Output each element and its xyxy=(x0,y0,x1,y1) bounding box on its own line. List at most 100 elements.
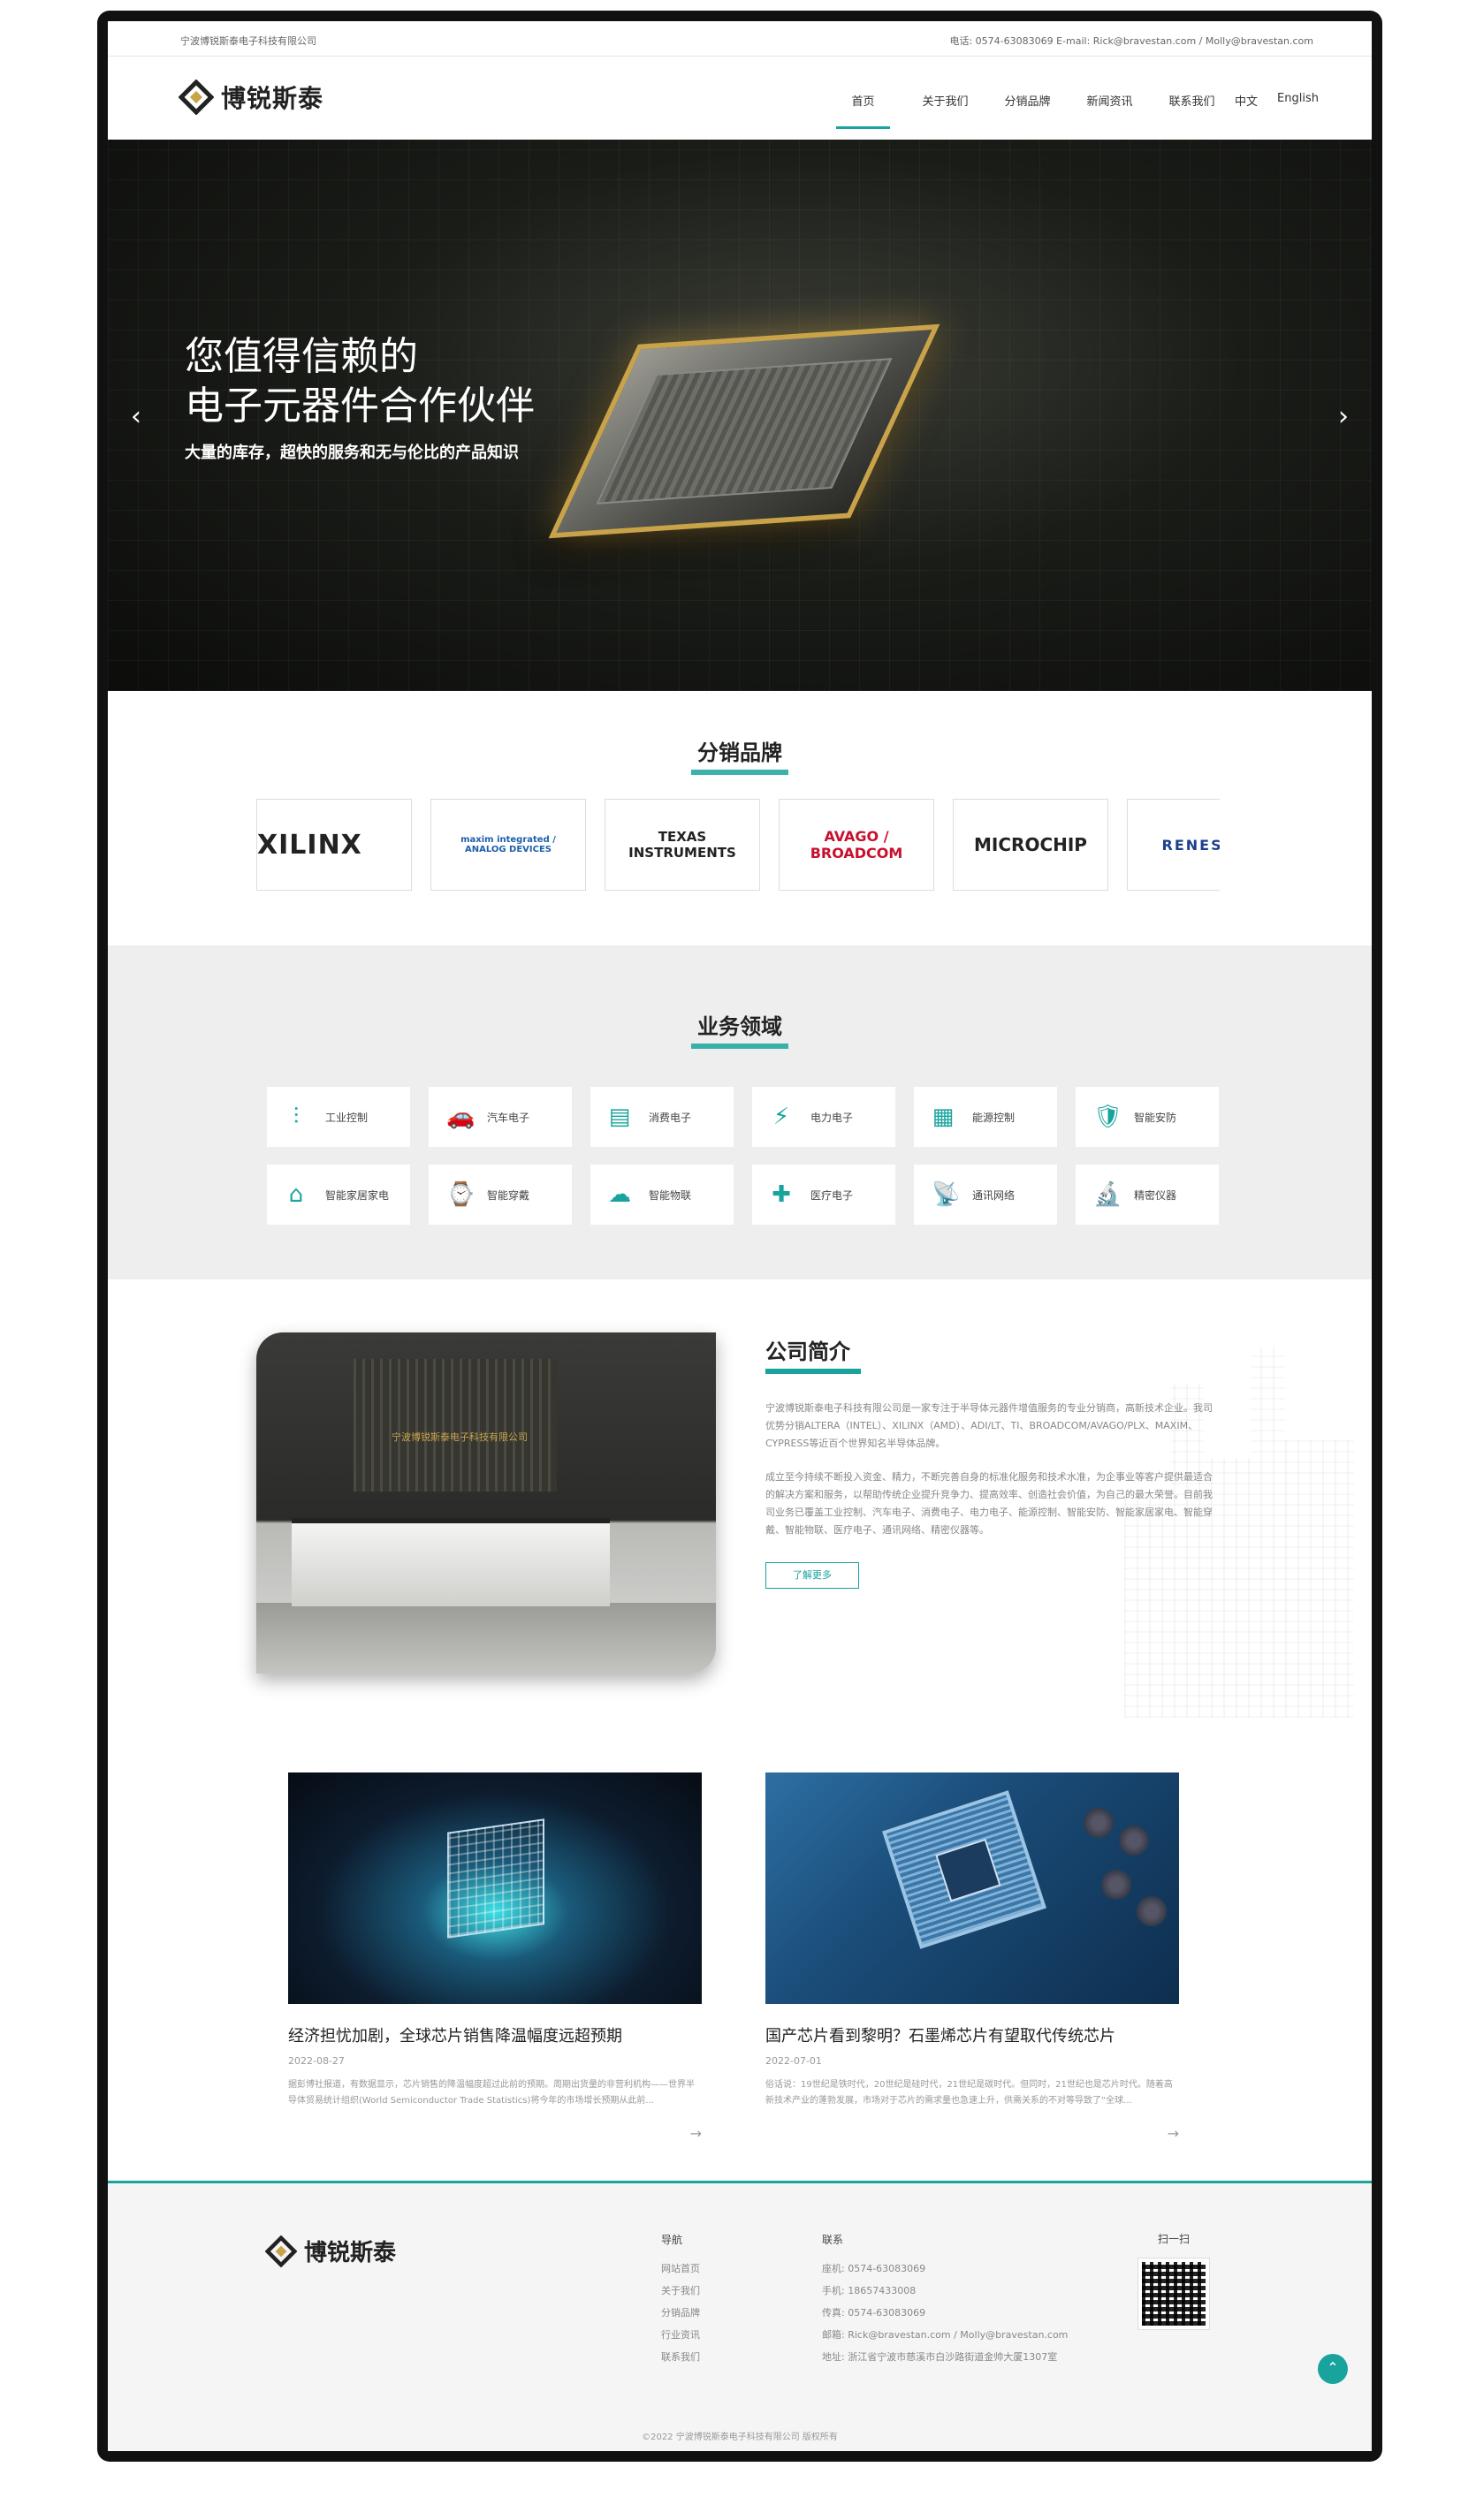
microchip-logo: MICROCHIP xyxy=(974,834,1087,855)
qr-title: 扫一扫 xyxy=(1157,2233,1190,2245)
footer-nav-title: 导航 xyxy=(661,2234,683,2246)
antenna-icon: 📡 xyxy=(932,1181,961,1208)
footer: 博锐斯泰 导航 网站首页 关于我们 分销品牌 行业资讯 联系我们 联系 座机: … xyxy=(108,2181,1372,2451)
footer-contact-title: 联系 xyxy=(822,2234,844,2246)
news-summary: 俗话说：19世纪是铁时代，20世纪是硅时代，21世纪是碳时代。但同时，21世纪也… xyxy=(765,2080,1173,2106)
footer-link-home[interactable]: 网站首页 xyxy=(661,2258,700,2280)
carousel-prev-icon[interactable]: ‹ xyxy=(131,401,141,432)
learn-more-button[interactable]: 了解更多 xyxy=(765,1562,859,1589)
news-image-cube[interactable] xyxy=(288,1772,702,2004)
brand-renesas[interactable]: RENESAS xyxy=(1127,799,1220,891)
footer-link-brands[interactable]: 分销品牌 xyxy=(661,2302,700,2324)
page: 宁波博锐斯泰电子科技有限公司 电话: 0574-63083069 E-mail:… xyxy=(108,21,1372,2451)
biz-card-medical[interactable]: ✚ 医疗电子 xyxy=(752,1165,895,1225)
nav-brands[interactable]: 分销品牌 xyxy=(986,57,1069,140)
footer-link-about[interactable]: 关于我们 xyxy=(661,2280,700,2302)
arrow-right-icon[interactable]: → xyxy=(765,2125,1179,2142)
biz-card-label: 电力电子 xyxy=(810,1111,854,1124)
footer-fax: 传真: 0574-63083069 xyxy=(822,2307,926,2319)
biz-card-iot[interactable]: ☁ 智能物联 xyxy=(590,1165,734,1225)
sliders-icon: ⫶ xyxy=(293,1103,300,1130)
business-grid: ⫶ 工业控制 🚗 汽车电子 ▤ 消费电子 ⚡ 电力电子 ▦ 能源控制 🛡 智能安防 ⌂ 智能家… xyxy=(267,1087,1219,1225)
hero-banner: 您值得信赖的 电子元器件合作伙伴 大量的库存，超快的服务和无与伦比的产品知识 ‹… xyxy=(108,140,1372,691)
logo-text: 博锐斯泰 xyxy=(221,84,324,113)
arrow-right-icon[interactable]: → xyxy=(288,2125,702,2142)
watch-icon: ⌚ xyxy=(446,1181,476,1208)
about-paragraph-2: 成立至今持续不断投入资金、精力，不断完善自身的标准化服务和技术水准，为企事业等客… xyxy=(765,1471,1213,1536)
hero-title: 您值得信赖的 电子元器件合作伙伴 xyxy=(185,332,535,431)
brand-microchip[interactable]: MICROCHIP xyxy=(953,799,1108,891)
news-date: 2022-08-27 xyxy=(288,2055,345,2067)
footer-link-contact[interactable]: 联系我们 xyxy=(661,2346,700,2368)
office-sign: 宁波博锐斯泰电子科技有限公司 xyxy=(392,1431,528,1443)
language-switch: 中文 English xyxy=(1235,92,1319,109)
xilinx-logo: XILINX xyxy=(257,829,362,861)
nav-news[interactable]: 新闻资讯 xyxy=(1069,57,1151,140)
lang-chinese[interactable]: 中文 xyxy=(1235,92,1258,109)
footer-email[interactable]: 邮箱: Rick@bravestan.com / Molly@bravestan… xyxy=(822,2324,1068,2346)
footer-address: 地址: 浙江省宁波市慈溪市白沙路街道金帅大厦1307室 xyxy=(822,2351,1058,2363)
footer-logo[interactable]: 博锐斯泰 xyxy=(265,2235,396,2267)
nav-about[interactable]: 关于我们 xyxy=(904,57,986,140)
brand-avago[interactable]: AVAGO / BROADCOM xyxy=(779,799,934,891)
biz-card-label: 汽车电子 xyxy=(487,1111,530,1124)
biz-card-network[interactable]: 📡 通讯网络 xyxy=(914,1165,1057,1225)
nav-home[interactable]: 首页 xyxy=(822,57,904,140)
hero-title-line2: 电子元器件合作伙伴 xyxy=(185,383,535,429)
brand-xilinx[interactable]: XILINX xyxy=(256,799,412,891)
qr-section: 扫一扫 xyxy=(1137,2231,1210,2330)
biz-card-consumer[interactable]: ▤ 消费电子 xyxy=(590,1087,734,1147)
news-title[interactable]: 经济担忧加剧，全球芯片销售降温幅度远超预期 xyxy=(288,2023,702,2046)
logo-icon xyxy=(179,80,214,115)
brand-ti[interactable]: TEXAS INSTRUMENTS xyxy=(605,799,760,891)
brands-title: 分销品牌 xyxy=(651,735,828,775)
biz-card-label: 精密仪器 xyxy=(1134,1188,1177,1202)
power-tower-icon: ⚡ xyxy=(772,1104,790,1130)
biz-card-energy[interactable]: ▦ 能源控制 xyxy=(914,1087,1057,1147)
footer-logo-text: 博锐斯泰 xyxy=(304,2240,397,2266)
news-card: 经济担忧加剧，全球芯片销售降温幅度远超预期 2022-08-27 据彭博社报道，… xyxy=(288,1772,702,2142)
hospital-icon: ✚ xyxy=(772,1181,791,1208)
logo[interactable]: 博锐斯泰 xyxy=(179,80,323,115)
logo-icon xyxy=(265,2235,297,2267)
hero-title-line1: 您值得信赖的 xyxy=(185,334,418,379)
lang-english[interactable]: English xyxy=(1277,92,1319,109)
biz-card-instrument[interactable]: 🔬 精密仪器 xyxy=(1076,1165,1219,1225)
biz-card-industrial[interactable]: ⫶ 工业控制 xyxy=(267,1087,410,1147)
footer-link-news[interactable]: 行业资讯 xyxy=(661,2324,700,2346)
news-image-cpu[interactable] xyxy=(765,1772,1179,2004)
copyright: ©2022 宁波博锐斯泰电子科技有限公司 版权所有 xyxy=(642,2433,838,2442)
main-nav: 首页 关于我们 分销品牌 新闻资讯 联系我们 xyxy=(822,57,1233,140)
solar-panel-icon: ▦ xyxy=(932,1104,955,1130)
microscope-icon: 🔬 xyxy=(1093,1181,1122,1208)
biz-card-label: 消费电子 xyxy=(649,1111,692,1124)
about-title: 公司简介 xyxy=(765,1334,861,1374)
biz-card-label: 工业控制 xyxy=(325,1111,369,1124)
footer-nav: 导航 网站首页 关于我们 分销品牌 行业资讯 联系我们 xyxy=(661,2231,700,2368)
back-to-top-button[interactable]: ⌃ xyxy=(1318,2354,1348,2384)
biz-card-wearable[interactable]: ⌚ 智能穿戴 xyxy=(429,1165,572,1225)
header: 博锐斯泰 首页 关于我们 分销品牌 新闻资讯 联系我们 中文 English xyxy=(108,57,1372,140)
news-date: 2022-07-01 xyxy=(765,2055,822,2067)
nav-contact[interactable]: 联系我们 xyxy=(1151,57,1233,140)
biz-card-automotive[interactable]: 🚗 汽车电子 xyxy=(429,1087,572,1147)
biz-card-security[interactable]: 🛡 智能安防 xyxy=(1076,1087,1219,1147)
footer-mobile: 手机: 18657433008 xyxy=(822,2285,917,2296)
top-bar: 宁波博锐斯泰电子科技有限公司 电话: 0574-63083069 E-mail:… xyxy=(108,21,1372,57)
biz-card-label: 智能家居家电 xyxy=(325,1188,390,1202)
footer-contact: 联系 座机: 0574-63083069 手机: 18657433008 传真:… xyxy=(822,2231,1068,2368)
adi-logo: maxim integrated / ANALOG DEVICES xyxy=(460,835,556,854)
carousel-next-icon[interactable]: › xyxy=(1338,401,1349,432)
office-photo: 宁波博锐斯泰电子科技有限公司 xyxy=(256,1332,716,1674)
news-title[interactable]: 国产芯片看到黎明？石墨烯芯片有望取代传统芯片 xyxy=(765,2023,1179,2046)
security-icon: 🛡 xyxy=(1093,1104,1123,1130)
biz-card-smart-home[interactable]: ⌂ 智能家居家电 xyxy=(267,1165,410,1225)
ti-logo: TEXAS INSTRUMENTS xyxy=(628,829,736,861)
footer-phone: 座机: 0574-63083069 xyxy=(822,2263,926,2274)
biz-card-label: 智能物联 xyxy=(649,1188,692,1202)
biz-card-label: 智能穿戴 xyxy=(487,1188,530,1202)
biz-card-label: 医疗电子 xyxy=(810,1188,854,1202)
brand-adi[interactable]: maxim integrated / ANALOG DEVICES xyxy=(430,799,586,891)
biz-card-power[interactable]: ⚡ 电力电子 xyxy=(752,1087,895,1147)
renesas-logo: RENESAS xyxy=(1161,836,1221,854)
